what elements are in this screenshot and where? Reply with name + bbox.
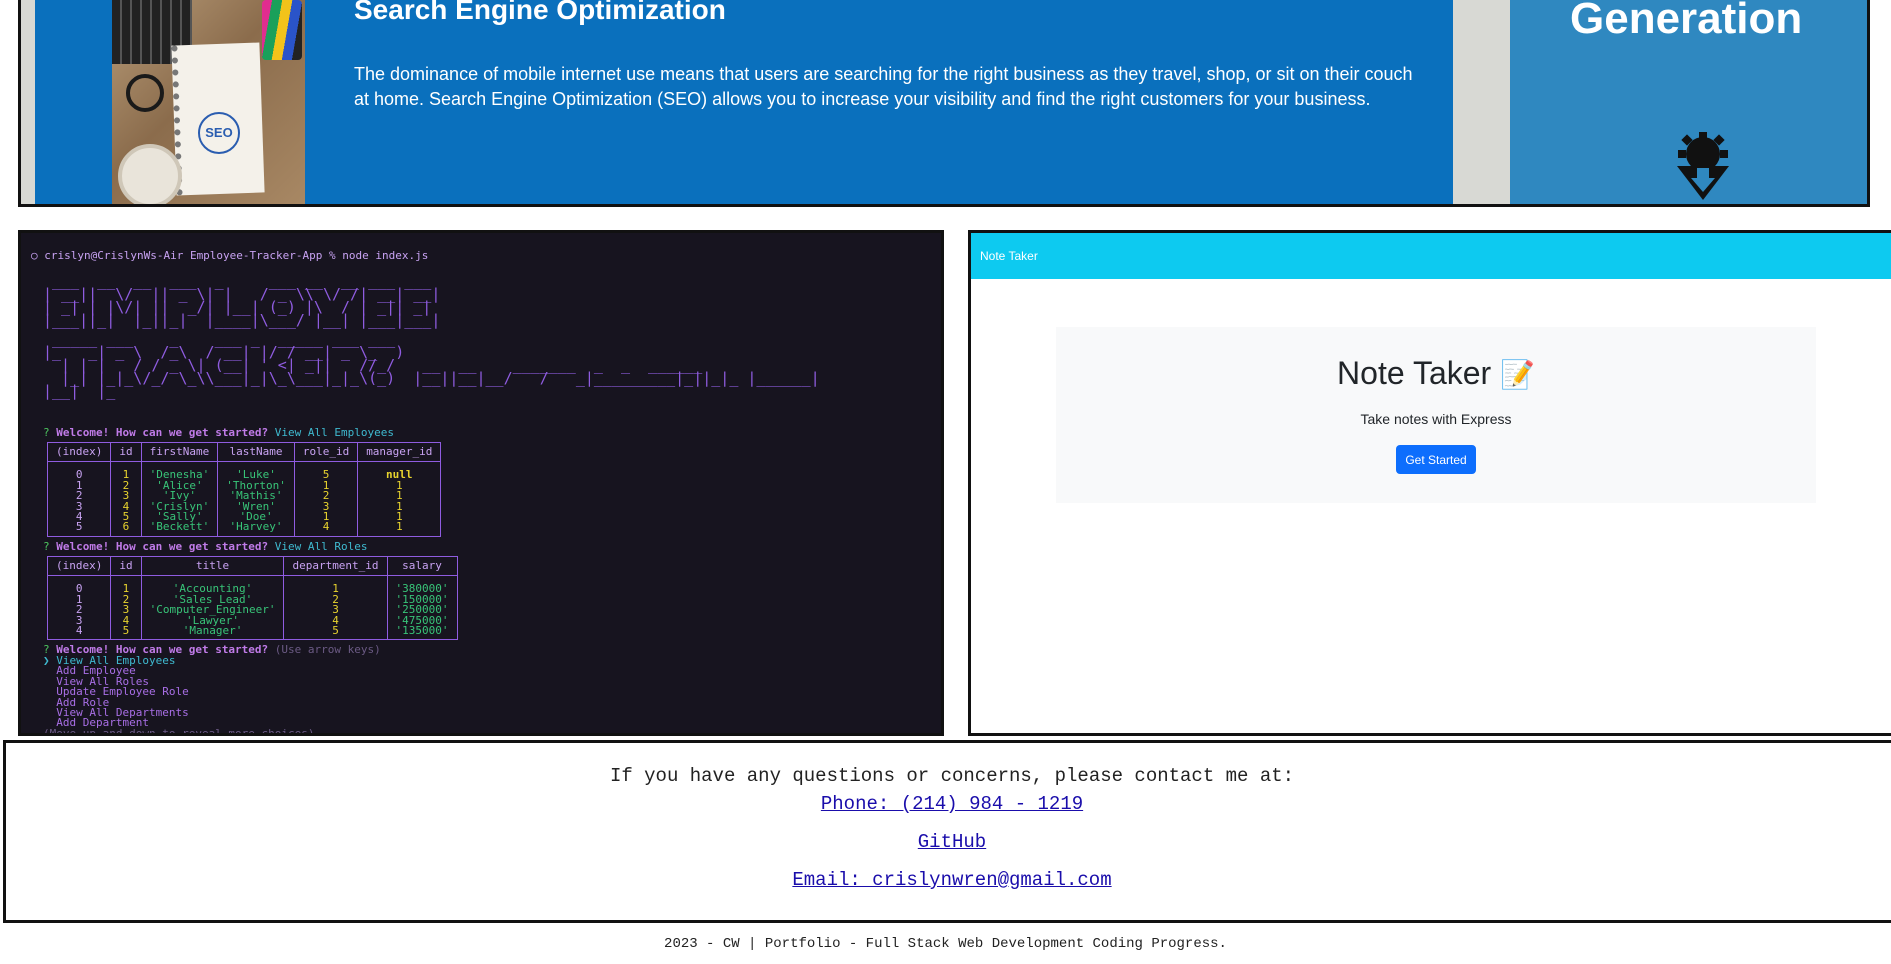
table-cell: 5 [283, 625, 388, 641]
table-cell: null [357, 461, 442, 481]
get-started-button[interactable]: Get Started [1396, 445, 1476, 474]
generation-title: Generation [1570, 0, 1803, 43]
note-title: Note Taker 📝 [1337, 355, 1535, 391]
table-cell: 'Denesha' [140, 461, 219, 481]
table-cell: 1 [357, 521, 442, 537]
memo-icon: 📝 [1500, 359, 1535, 390]
table-row: 5 6 'Beckett' 'Harvey' 4 1 [46, 521, 442, 537]
note-jumbotron: Note Taker 📝 Take notes with Express Get… [1056, 327, 1816, 503]
phone-row: Phone: (214) 984 - 1219 [6, 793, 1891, 815]
roles-header: (index) [46, 555, 112, 577]
pens-graphic [262, 0, 302, 60]
roles-header: salary [386, 555, 458, 577]
table-cell: 'Harvey' [217, 521, 295, 537]
table-cell: '380000' [386, 575, 458, 595]
table-cell: 'Accounting' [140, 575, 285, 595]
employees-header: id [110, 441, 142, 463]
table-cell: 0 [46, 461, 112, 481]
table-cell: 'Manager' [140, 625, 285, 641]
question-line: ? Welcome! How can we get started? View … [43, 540, 368, 553]
roles-header: id [110, 555, 142, 577]
ascii-title-employee: ___ __ __ ___ _ ___ __ __ ___ ___ | __||… [43, 272, 441, 329]
table-cell: 6 [110, 521, 142, 537]
employees-header: firstName [140, 441, 219, 463]
employees-header: role_id [293, 441, 359, 463]
ascii-title-tracker: _____ ___ _ ___ _ _____ ___ ___ |_ _| _ … [43, 330, 820, 400]
table-cell: 4 [293, 521, 359, 537]
page-footer: 2023 - CW | Portfolio - Full Stack Web D… [664, 936, 1227, 952]
table-row: 4 5 'Manager' 5'135000' [46, 625, 458, 641]
seo-description: The dominance of mobile internet use mea… [354, 64, 1413, 109]
roles-table: (index) id title department_id salary 0 1 'Acc… [46, 555, 458, 641]
github-row: GitHub [6, 831, 1891, 853]
coffee-cup-graphic [118, 144, 182, 204]
roles-header: title [140, 555, 285, 577]
table-cell: 1 [110, 461, 142, 481]
email-row: Email: crislynwren@gmail.com [6, 869, 1891, 891]
phone-link[interactable]: Phone: (214) 984 - 1219 [821, 793, 1083, 815]
note-navbar: Note Taker [971, 233, 1891, 279]
contact-intro: If you have any questions or concerns, p… [609, 765, 1295, 787]
seo-photo: SEO [112, 0, 305, 204]
terminal-prompt: ○ crislyn@CrislynWs-Air Employee-Tracker… [31, 249, 429, 262]
employees-header: (index) [46, 441, 112, 463]
employees-header: lastName [217, 441, 295, 463]
roles-header: department_id [283, 555, 388, 577]
employee-tracker-terminal[interactable]: ○ crislyn@CrislynWs-Air Employee-Tracker… [18, 230, 944, 736]
github-link[interactable]: GitHub [918, 831, 986, 853]
table-row: 0 1 'Accounting' 1'380000' [46, 575, 458, 595]
menu-footer: (Move up and down to reveal more choices… [43, 726, 315, 736]
note-subtitle: Take notes with Express [1360, 411, 1512, 427]
table-cell: 4 [46, 625, 112, 641]
question-line: ? Welcome! How can we get started? View … [43, 426, 395, 439]
table-cell: 5 [46, 521, 112, 537]
table-cell: 5 [293, 461, 359, 481]
seo-title: Search Engine Optimization [354, 0, 726, 25]
project-banner-seo[interactable]: SEO Search Engine Optimization The domin… [18, 0, 1870, 207]
seo-badge: SEO [198, 112, 240, 154]
table-cell: 'Beckett' [140, 521, 219, 537]
magnifier-graphic [126, 74, 164, 112]
employees-header: manager_id [357, 441, 442, 463]
employees-table: (index) id firstName lastName role_id manager… [46, 441, 442, 537]
contact-section: If you have any questions or concerns, p… [3, 740, 1891, 923]
table-cell: 1 [110, 575, 142, 595]
table-cell: 5 [110, 625, 142, 641]
project-note-taker[interactable]: Note Taker Note Taker 📝 Take notes with … [968, 230, 1891, 736]
table-cell: 1 [283, 575, 388, 595]
note-brand[interactable]: Note Taker [980, 249, 1038, 263]
table-row: 0 1 'Denesha' 'Luke' 5 null [46, 461, 442, 481]
email-link[interactable]: Email: crislynwren@gmail.com [792, 869, 1111, 891]
table-cell: '135000' [386, 625, 458, 641]
generation-panel: Generation [1510, 0, 1867, 204]
table-cell: 0 [46, 575, 112, 595]
table-cell: 'Luke' [217, 461, 295, 481]
gear-download-icon [1677, 132, 1729, 200]
